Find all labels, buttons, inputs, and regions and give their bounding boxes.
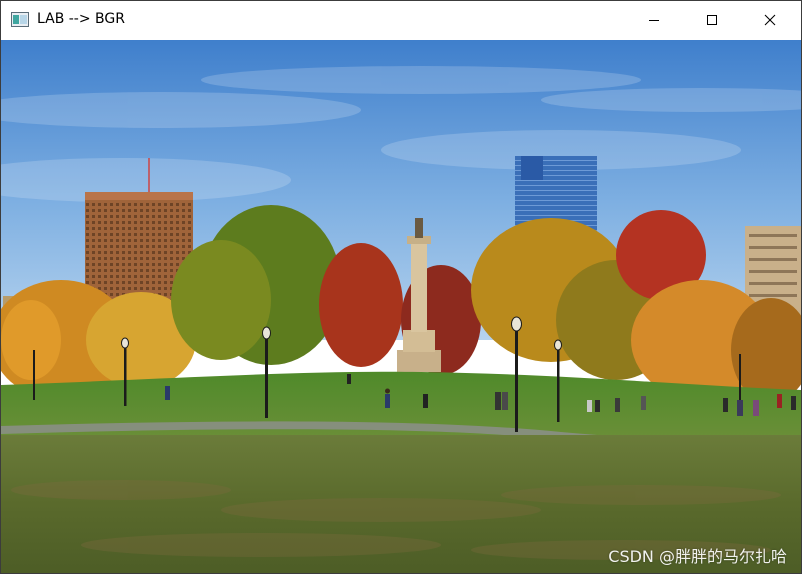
- park-photo: [1, 40, 801, 573]
- image-viewport: CSDN @胖胖的马尔扎哈: [1, 40, 801, 573]
- opencv-window-icon: [11, 12, 29, 27]
- watermark-text: CSDN @胖胖的马尔扎哈: [608, 547, 787, 566]
- image-window: LAB --> BGR CSDN @胖胖的马尔扎哈: [0, 0, 802, 574]
- minimize-icon: [648, 11, 660, 30]
- close-icon: [764, 11, 776, 30]
- minimize-button[interactable]: [631, 1, 677, 39]
- window-title: LAB --> BGR: [37, 11, 125, 27]
- maximize-button[interactable]: [689, 1, 735, 39]
- close-button[interactable]: [747, 1, 793, 39]
- title-bar[interactable]: LAB --> BGR: [1, 1, 801, 39]
- maximize-icon: [706, 11, 718, 30]
